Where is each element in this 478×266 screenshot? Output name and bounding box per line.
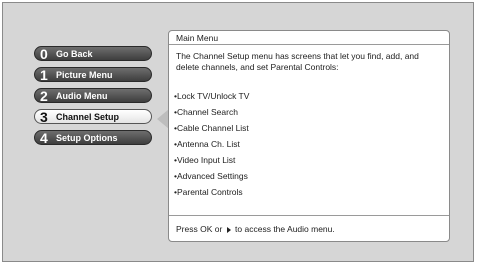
list-item: •Parental Controls	[174, 187, 243, 197]
submenu-list: •Lock TV/Unlock TV •Channel Search •Cabl…	[174, 88, 249, 200]
list-item: •Lock TV/Unlock TV	[174, 91, 250, 101]
panel-description: The Channel Setup menu has screens that …	[176, 51, 419, 72]
hint-text-end: to access the Audio menu.	[235, 224, 335, 234]
list-item: •Cable Channel List	[174, 123, 249, 133]
menu-item-number: 4	[40, 129, 48, 146]
divider	[169, 44, 449, 45]
menu-item-number: 2	[40, 87, 48, 104]
main-menu-list: 0 Go Back 1 Picture Menu 2 Audio Menu 3 …	[34, 46, 152, 151]
list-item: •Antenna Ch. List	[174, 139, 240, 149]
menu-item-number: 3	[40, 108, 48, 125]
menu-item-number: 1	[40, 66, 48, 83]
list-item: •Advanced Settings	[174, 171, 248, 181]
menu-item-picture-menu[interactable]: 1 Picture Menu	[34, 67, 152, 82]
info-panel: Main Menu The Channel Setup menu has scr…	[168, 30, 450, 242]
play-icon	[226, 226, 231, 233]
divider	[169, 215, 449, 216]
menu-item-label: Channel Setup	[56, 111, 120, 122]
tv-screen: 0 Go Back 1 Picture Menu 2 Audio Menu 3 …	[2, 2, 474, 262]
panel-title: Main Menu	[176, 33, 219, 43]
menu-item-label: Picture Menu	[56, 69, 113, 80]
menu-item-setup-options[interactable]: 4 Setup Options	[34, 130, 152, 145]
menu-item-label: Setup Options	[56, 132, 118, 143]
list-item: •Channel Search	[174, 107, 238, 117]
menu-item-number: 0	[40, 45, 48, 62]
help-hint: Press OK or to access the Audio menu.	[176, 224, 335, 235]
menu-item-go-back[interactable]: 0 Go Back	[34, 46, 152, 61]
menu-item-label: Go Back	[56, 48, 93, 59]
menu-item-channel-setup[interactable]: 3 Channel Setup	[34, 109, 152, 124]
menu-item-audio-menu[interactable]: 2 Audio Menu	[34, 88, 152, 103]
hint-text-start: Press OK or	[176, 224, 223, 234]
menu-item-label: Audio Menu	[56, 90, 108, 101]
list-item: •Video Input List	[174, 155, 236, 165]
